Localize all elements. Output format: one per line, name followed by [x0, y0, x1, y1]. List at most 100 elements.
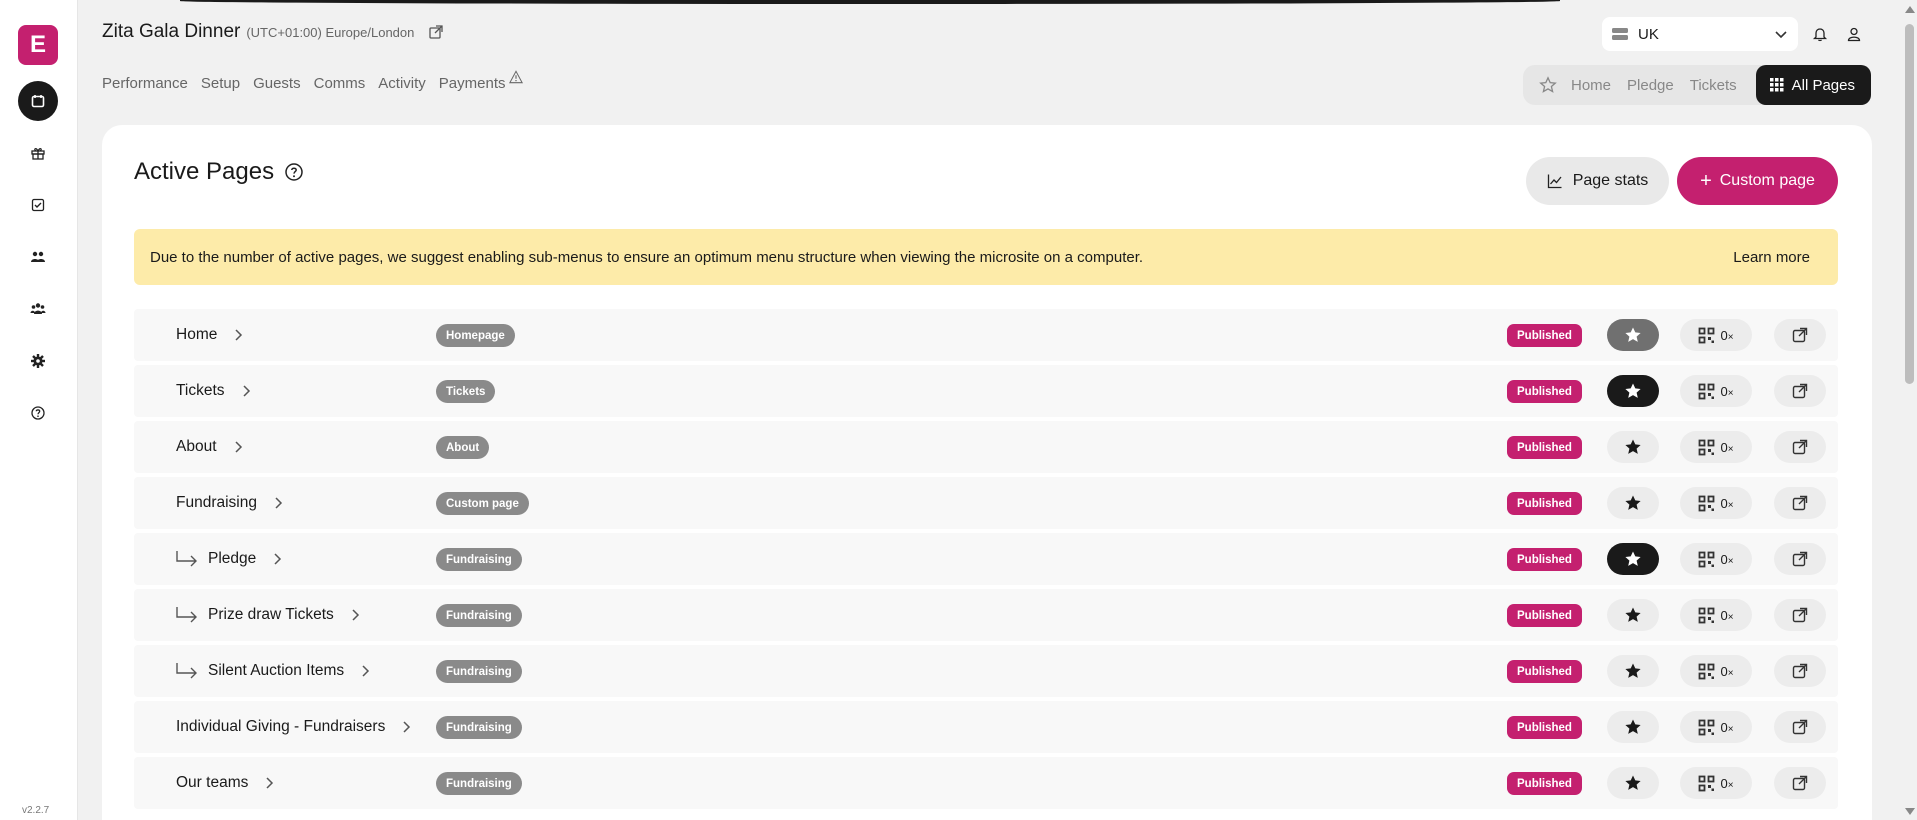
qr-code-button[interactable]: 0×: [1680, 711, 1752, 743]
page-stats-button[interactable]: Page stats: [1526, 157, 1669, 205]
page-name[interactable]: Fundraising: [176, 477, 285, 529]
table-row[interactable]: Home Homepage Published 0×: [134, 309, 1838, 361]
open-page-button[interactable]: [1774, 711, 1826, 743]
page-type-badge: Fundraising: [436, 660, 522, 683]
page-name-label: Home: [176, 326, 218, 343]
favourite-toggle[interactable]: [1607, 711, 1659, 743]
favourite-toggle[interactable]: [1607, 599, 1659, 631]
table-row[interactable]: Silent Auction Items Fundraising Publish…: [134, 645, 1838, 697]
tab-payments[interactable]: Payments: [439, 70, 523, 92]
event-title: Zita Gala Dinner: [102, 21, 241, 42]
favourite-toggle[interactable]: [1607, 655, 1659, 687]
qr-code-button[interactable]: 0×: [1680, 375, 1752, 407]
qr-code-button[interactable]: 0×: [1680, 767, 1752, 799]
external-link-icon: [1792, 607, 1808, 623]
table-row[interactable]: Fundraising Custom page Published 0×: [134, 477, 1838, 529]
app-logo[interactable]: E: [18, 25, 58, 65]
page-name[interactable]: Our teams: [176, 757, 276, 809]
star-icon: [1625, 439, 1641, 454]
open-page-button[interactable]: [1774, 543, 1826, 575]
page-name[interactable]: Silent Auction Items: [174, 645, 372, 697]
scroll-down-arrow[interactable]: [1905, 808, 1915, 815]
page-name[interactable]: Prize draw Tickets: [174, 589, 362, 641]
open-page-button[interactable]: [1774, 487, 1826, 519]
sidebar-item-teams[interactable]: [18, 289, 58, 329]
open-page-button[interactable]: [1774, 431, 1826, 463]
sidebar-item-settings[interactable]: [18, 341, 58, 381]
notice-text: Due to the number of active pages, we su…: [150, 248, 1144, 266]
page-name[interactable]: Tickets: [176, 365, 253, 417]
page-name[interactable]: About: [176, 421, 245, 473]
table-row[interactable]: Tickets Tickets Published 0×: [134, 365, 1838, 417]
page-name-label: Prize draw Tickets: [208, 606, 334, 623]
scroll-thumb[interactable]: [1905, 24, 1914, 384]
all-pages-button[interactable]: All Pages: [1755, 65, 1871, 105]
event-title-block: Zita Gala Dinner (UTC+01:00) Europe/Lond…: [102, 21, 444, 43]
qr-count-value: 0: [1720, 663, 1728, 679]
favourite-toggle[interactable]: [1607, 487, 1659, 519]
page-title-block: Active Pages: [134, 158, 304, 186]
table-row[interactable]: Individual Giving - Fundraisers Fundrais…: [134, 701, 1838, 753]
page-name[interactable]: Home: [176, 309, 245, 361]
event-tabs: Performance Setup Guests Comms Activity …: [102, 70, 523, 92]
favourite-toggle[interactable]: [1607, 319, 1659, 351]
table-row[interactable]: About About Published 0×: [134, 421, 1838, 473]
qr-code-button[interactable]: 0×: [1680, 655, 1752, 687]
quicknav-tickets[interactable]: Tickets: [1690, 77, 1737, 94]
top-scroll-indicator: [180, 0, 1560, 4]
qr-code-button[interactable]: 0×: [1680, 487, 1752, 519]
favourite-toggle[interactable]: [1607, 543, 1659, 575]
user-icon[interactable]: [1846, 26, 1862, 42]
quicknav-pledge[interactable]: Pledge: [1627, 77, 1674, 94]
add-custom-page-button[interactable]: + Custom page: [1677, 157, 1838, 205]
favourite-toggle[interactable]: [1607, 767, 1659, 799]
favourite-toggle[interactable]: [1607, 431, 1659, 463]
tab-performance[interactable]: Performance: [102, 75, 188, 92]
status-badge: Published: [1507, 324, 1582, 347]
bell-icon[interactable]: [1812, 26, 1828, 42]
tab-activity[interactable]: Activity: [378, 75, 426, 92]
qr-count: 0×: [1720, 328, 1733, 343]
open-page-button[interactable]: [1774, 375, 1826, 407]
qr-count-suffix: ×: [1727, 779, 1734, 791]
page-name[interactable]: Pledge: [174, 533, 284, 585]
help-icon[interactable]: [284, 162, 304, 182]
table-row[interactable]: Pledge Fundraising Published 0×: [134, 533, 1838, 585]
sidebar-item-guests[interactable]: [18, 237, 58, 277]
sidebar-item-events[interactable]: [18, 81, 58, 121]
tab-setup[interactable]: Setup: [201, 75, 240, 92]
qr-count-value: 0: [1720, 551, 1728, 567]
help-icon: [31, 406, 45, 420]
qr-count: 0×: [1720, 608, 1733, 623]
table-row[interactable]: Our teams Fundraising Published 0×: [134, 757, 1838, 809]
tab-comms[interactable]: Comms: [314, 75, 366, 92]
table-row[interactable]: Prize draw Tickets Fundraising Published…: [134, 589, 1838, 641]
grid-icon: [1769, 78, 1784, 92]
open-page-button[interactable]: [1774, 655, 1826, 687]
sidebar-item-gifts[interactable]: [18, 133, 58, 173]
qr-code-button[interactable]: 0×: [1680, 599, 1752, 631]
qr-code-button[interactable]: 0×: [1680, 543, 1752, 575]
open-page-button[interactable]: [1774, 599, 1826, 631]
app-version: v2.2.7: [22, 805, 50, 816]
external-link-icon[interactable]: [428, 24, 444, 40]
sidebar-item-tasks[interactable]: [18, 185, 58, 225]
qr-code-button[interactable]: 0×: [1680, 431, 1752, 463]
star-icon: [1625, 719, 1641, 734]
qr-code-button[interactable]: 0×: [1680, 319, 1752, 351]
qr-code-icon: [1699, 439, 1715, 455]
line-chart-icon: [1547, 174, 1562, 189]
vertical-scrollbar[interactable]: [1901, 0, 1917, 820]
open-page-button[interactable]: [1774, 767, 1826, 799]
tab-guests[interactable]: Guests: [253, 75, 301, 92]
sidebar-item-help[interactable]: [18, 393, 58, 433]
open-page-button[interactable]: [1774, 319, 1826, 351]
star-icon: [1625, 551, 1641, 566]
learn-more-link[interactable]: Learn more: [1733, 249, 1810, 266]
star-outline-icon: [1539, 76, 1557, 93]
scroll-up-arrow[interactable]: [1905, 6, 1915, 13]
region-select[interactable]: UK: [1602, 17, 1798, 51]
quicknav-home[interactable]: Home: [1571, 77, 1611, 94]
page-name[interactable]: Individual Giving - Fundraisers: [176, 701, 413, 753]
favourite-toggle[interactable]: [1607, 375, 1659, 407]
